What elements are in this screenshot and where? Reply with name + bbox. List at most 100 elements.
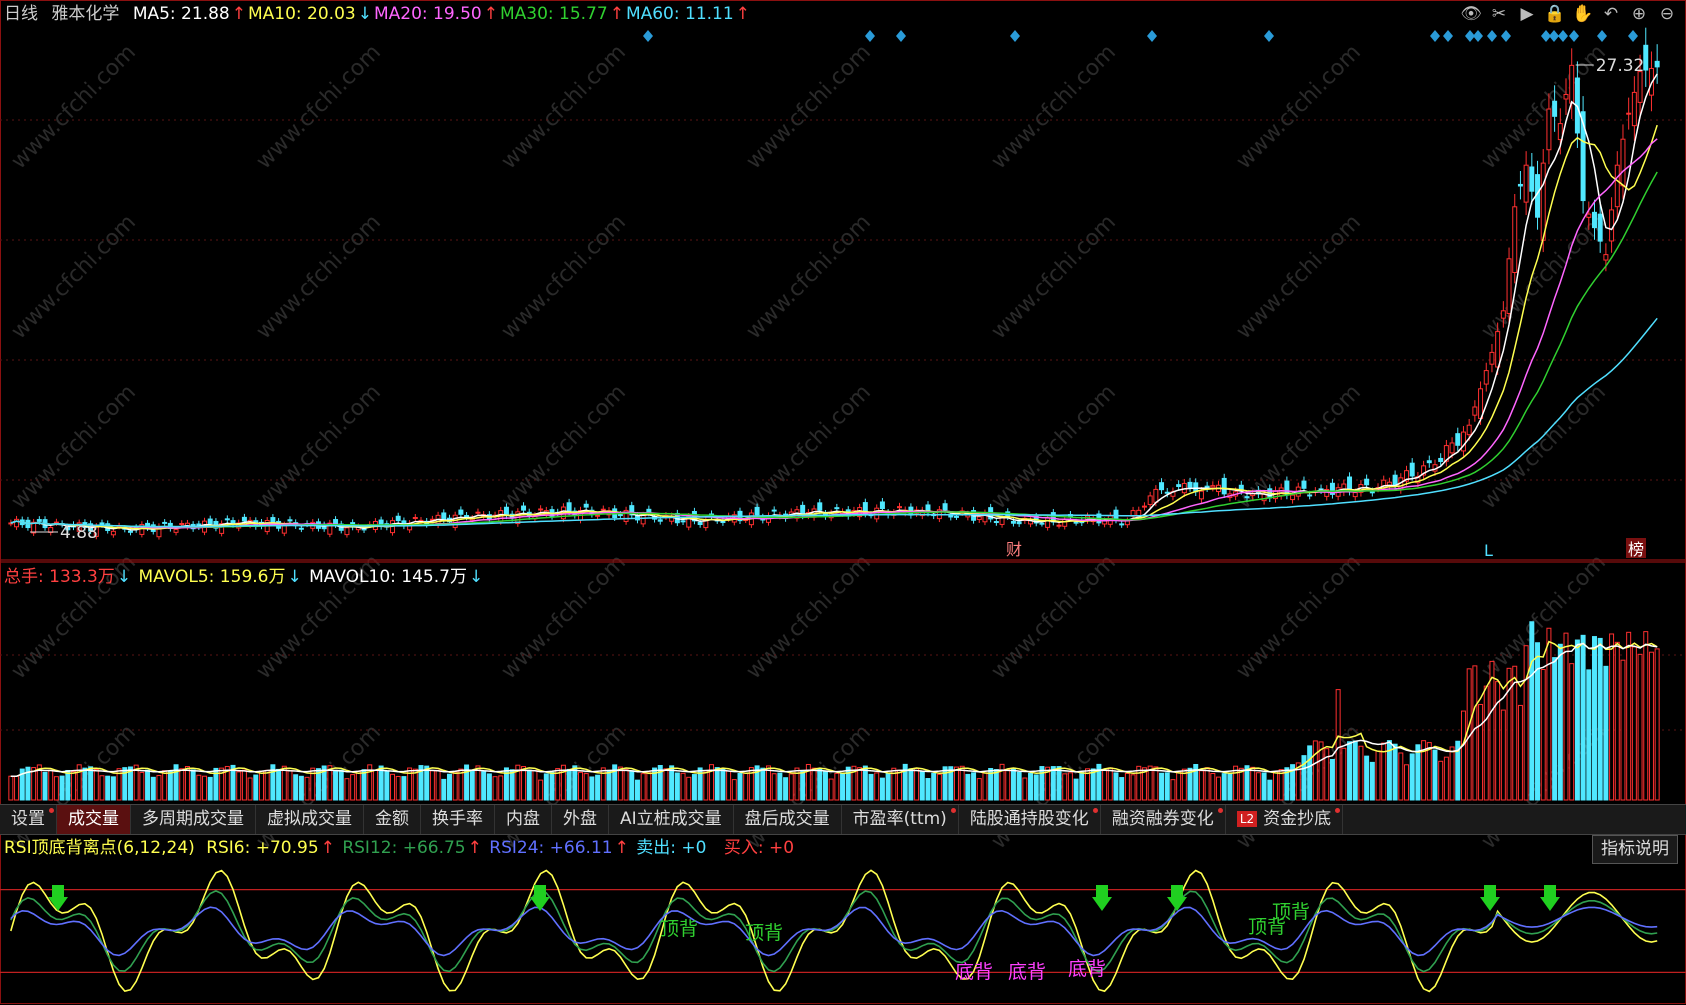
tab-7[interactable]: 外盘 (552, 805, 609, 834)
volume-bar (726, 770, 732, 801)
lock-icon[interactable]: 🔒 (1544, 3, 1566, 25)
volume-bar (48, 769, 54, 801)
volume-bar (1535, 642, 1541, 801)
event-diamond (1147, 30, 1157, 42)
tab-12[interactable]: 融资融券变化 (1101, 805, 1226, 834)
tab-11[interactable]: 陆股通持股变化 (959, 805, 1101, 834)
volume-bar (1329, 758, 1335, 801)
tab-4[interactable]: 金额 (364, 805, 421, 834)
volume-bar (99, 775, 105, 801)
tab-2[interactable]: 多周期成交量 (131, 805, 256, 834)
volume-bar (1198, 770, 1204, 801)
zoom-out-icon[interactable]: ⊖ (1656, 3, 1678, 25)
top-divergence-label: 顶背 (745, 922, 783, 944)
event-diamond (1264, 30, 1274, 42)
event-diamond (865, 30, 875, 42)
period-label[interactable]: 日线 (4, 4, 38, 24)
candle-body (1045, 517, 1051, 528)
candle-body (1500, 310, 1506, 319)
volume-bar (1062, 773, 1068, 801)
tab-1[interactable]: 成交量 (57, 805, 131, 834)
volume-bar (412, 768, 418, 801)
tab-3[interactable]: 虚拟成交量 (256, 805, 364, 834)
candle-body (179, 522, 185, 525)
bottom-divergence-label: 底背 (1068, 958, 1106, 980)
volume-bar (595, 774, 601, 801)
volume-bar (1039, 766, 1045, 801)
tab-8[interactable]: AI立桩成交量 (609, 805, 734, 834)
candle-body (1141, 505, 1147, 508)
scissors-icon[interactable]: ✂ (1488, 3, 1510, 25)
volume-bar (1010, 767, 1016, 801)
candle-body (452, 514, 458, 528)
play-icon[interactable]: ▶ (1516, 3, 1538, 25)
tab-5[interactable]: 换手率 (421, 805, 495, 834)
tab-0[interactable]: 设置 (0, 805, 57, 834)
tab-13[interactable]: L2 资金抄底 (1226, 805, 1344, 834)
ma-legend-5: MA60: 11.11 (625, 4, 734, 24)
tab-label: 设置 (11, 809, 45, 829)
volume-bar (897, 769, 903, 801)
volume-bar (1552, 657, 1558, 801)
rsi-indicator-name[interactable]: RSI顶底背离点(6,12,24) (4, 838, 195, 858)
event-diamond (1443, 30, 1453, 42)
event-diamond (1597, 30, 1607, 42)
volume-bar (1079, 771, 1085, 801)
volume-bar (976, 778, 982, 801)
volume-bar (1147, 765, 1153, 801)
watermark-text: www.cfchi.com (987, 380, 1121, 514)
candle-body (595, 514, 601, 517)
volume-bar (606, 769, 612, 801)
mavol5-label: MAVOL5: 159.6万 (138, 567, 286, 587)
candle-body (1483, 370, 1489, 385)
hand-icon[interactable]: ✋ (1572, 3, 1594, 25)
volume-bar (1563, 632, 1569, 801)
volume-bar (538, 779, 544, 801)
volume-bar (1517, 704, 1523, 801)
watermark-text: www.cfchi.com (742, 550, 876, 684)
candle-body (1164, 491, 1170, 494)
watermark-text: www.cfchi.com (987, 210, 1121, 344)
candle-body (412, 517, 418, 520)
volume-bar (1210, 772, 1216, 801)
high-price-label: 27.32 (1596, 56, 1645, 76)
candle-body (1637, 71, 1643, 103)
watermark-text: www.cfchi.com (1232, 40, 1366, 174)
candle-body (99, 522, 105, 526)
sell-arrow-icon (1092, 885, 1112, 911)
candle-body (1073, 521, 1079, 524)
event-diamond (896, 30, 906, 42)
volume-bar (1443, 756, 1449, 801)
event-diamond (1628, 30, 1638, 42)
candle-body (127, 530, 133, 533)
undo-icon[interactable]: ↶ (1600, 3, 1622, 25)
volume-bar (993, 769, 999, 801)
volume-bar (31, 767, 37, 801)
volume-bar (8, 775, 14, 801)
volume-bar (162, 770, 168, 801)
candle-body (1119, 523, 1125, 526)
candle-body (36, 519, 42, 522)
tab-10[interactable]: 市盈率(ttm) (842, 805, 959, 834)
volume-bar (731, 779, 737, 801)
zoom-in-icon[interactable]: ⊕ (1628, 3, 1650, 25)
volume-bar (150, 776, 156, 801)
tab-6[interactable]: 内盘 (495, 805, 552, 834)
rsi-chart: 顶背 顶背 顶背顶背底背 底背 底背 (0, 869, 1686, 993)
event-diamond (1487, 30, 1497, 42)
eye-icon[interactable]: 👁 (1460, 3, 1482, 25)
candle-body (395, 515, 401, 522)
tab-9[interactable]: 盘后成交量 (734, 805, 842, 834)
candle-body (879, 501, 885, 510)
ma-legend-arrow-2: ↓ (357, 4, 372, 24)
volume-bar (65, 769, 71, 801)
tab-dot (49, 808, 54, 813)
volume-bar (156, 775, 162, 801)
volume-bar (1404, 764, 1409, 801)
volume-bar (1261, 772, 1267, 801)
volume-bar (1369, 761, 1375, 801)
candle-body (1307, 494, 1313, 497)
ma-legend-1: MA5: 21.88 (132, 4, 230, 24)
candle-body (1221, 477, 1227, 495)
indicator-explain-button[interactable]: 指标说明 (1592, 835, 1678, 864)
